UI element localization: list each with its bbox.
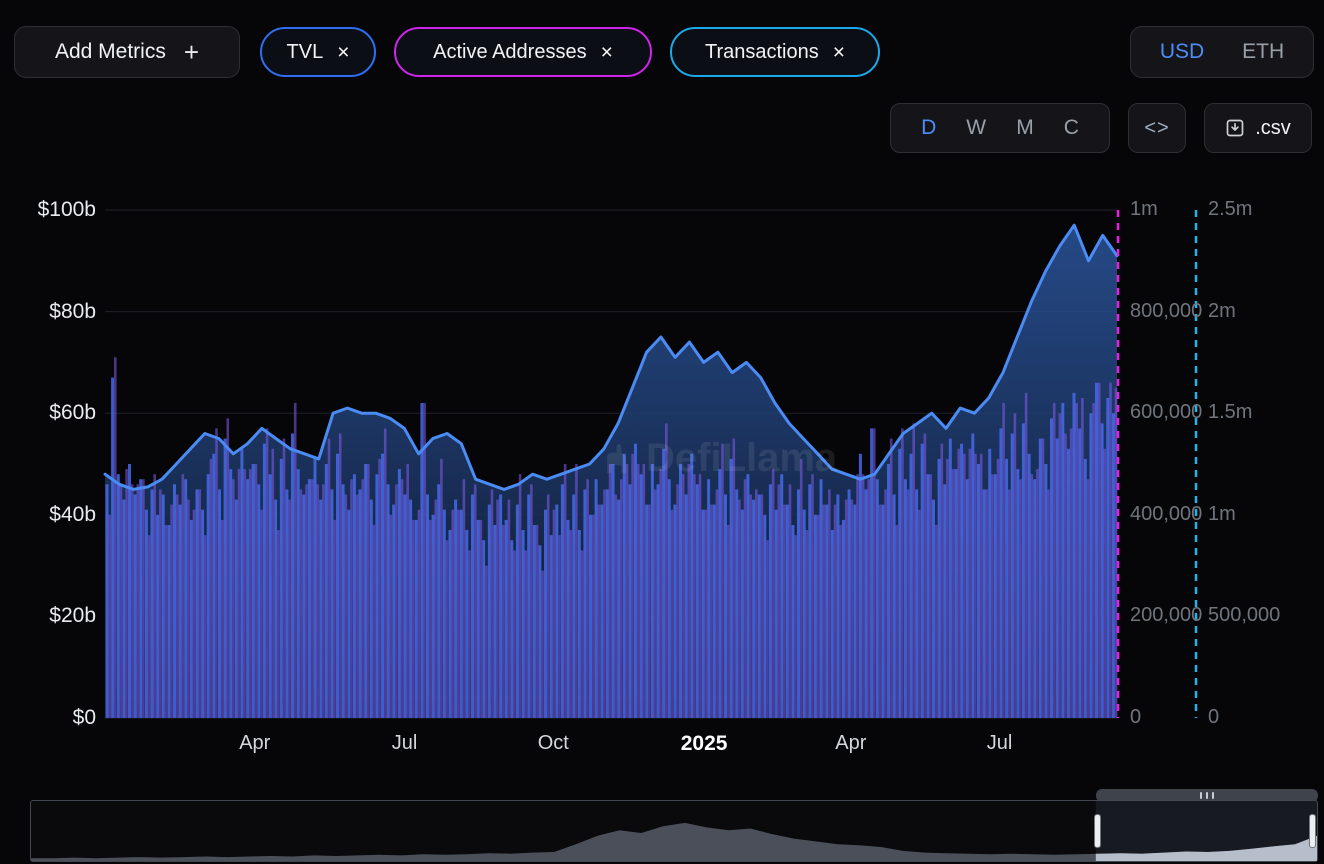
x-axis-tick: 2025 bbox=[681, 731, 728, 756]
y-axis-tvl-tick: $40b bbox=[18, 502, 96, 527]
grip-dot bbox=[1200, 792, 1202, 799]
defillama-chart-page: Add Metrics + TVL × Active Addresses × T… bbox=[0, 0, 1324, 864]
y-axis-active-addresses-tick: 400,000 bbox=[1130, 502, 1202, 527]
y-axis-transactions-tick: 1m bbox=[1208, 502, 1236, 527]
y-axis-tvl-tick: $100b bbox=[18, 197, 96, 222]
watermark: DefiLlama bbox=[596, 436, 837, 481]
y-axis-transactions-tick: 1.5m bbox=[1208, 400, 1252, 425]
y-axis-tvl-tick: $80b bbox=[18, 299, 96, 324]
y-axis-transactions-tick: 500,000 bbox=[1208, 603, 1280, 628]
y-axis-active-addresses-tick: 1m bbox=[1130, 197, 1158, 222]
x-axis-tick: Jul bbox=[987, 731, 1013, 756]
y-axis-active-addresses-tick: 200,000 bbox=[1130, 603, 1202, 628]
y-axis-active-addresses-tick: 0 bbox=[1130, 705, 1141, 730]
y-axis-tvl-tick: $20b bbox=[18, 603, 96, 628]
watermark-text: DefiLlama bbox=[646, 436, 837, 481]
x-axis-tick: Apr bbox=[835, 731, 866, 756]
llama-logo-icon bbox=[596, 440, 634, 478]
y-axis-tvl-tick: $60b bbox=[18, 400, 96, 425]
navigator-left-handle[interactable] bbox=[1094, 814, 1101, 848]
grip-dot bbox=[1212, 792, 1214, 799]
y-axis-active-addresses-tick: 800,000 bbox=[1130, 299, 1202, 324]
x-axis-tick: Apr bbox=[239, 731, 270, 756]
x-axis-tick: Jul bbox=[392, 731, 418, 756]
grip-dot bbox=[1206, 792, 1208, 799]
y-axis-transactions-tick: 2m bbox=[1208, 299, 1236, 324]
navigator[interactable] bbox=[30, 800, 1318, 862]
navigator-chart[interactable] bbox=[31, 801, 1317, 861]
y-axis-transactions-tick: 0 bbox=[1208, 705, 1219, 730]
chart-region: DefiLlama $100b $80b $60b $40b $20b $0 1m 800,0… bbox=[0, 0, 1324, 795]
y-axis-tvl-tick: $0 bbox=[18, 705, 96, 730]
navigator-right-handle[interactable] bbox=[1309, 814, 1316, 848]
y-axis-active-addresses-tick: 600,000 bbox=[1130, 400, 1202, 425]
y-axis-transactions-tick: 2.5m bbox=[1208, 197, 1252, 222]
main-chart[interactable] bbox=[0, 0, 1324, 795]
x-axis-tick: Oct bbox=[538, 731, 569, 756]
